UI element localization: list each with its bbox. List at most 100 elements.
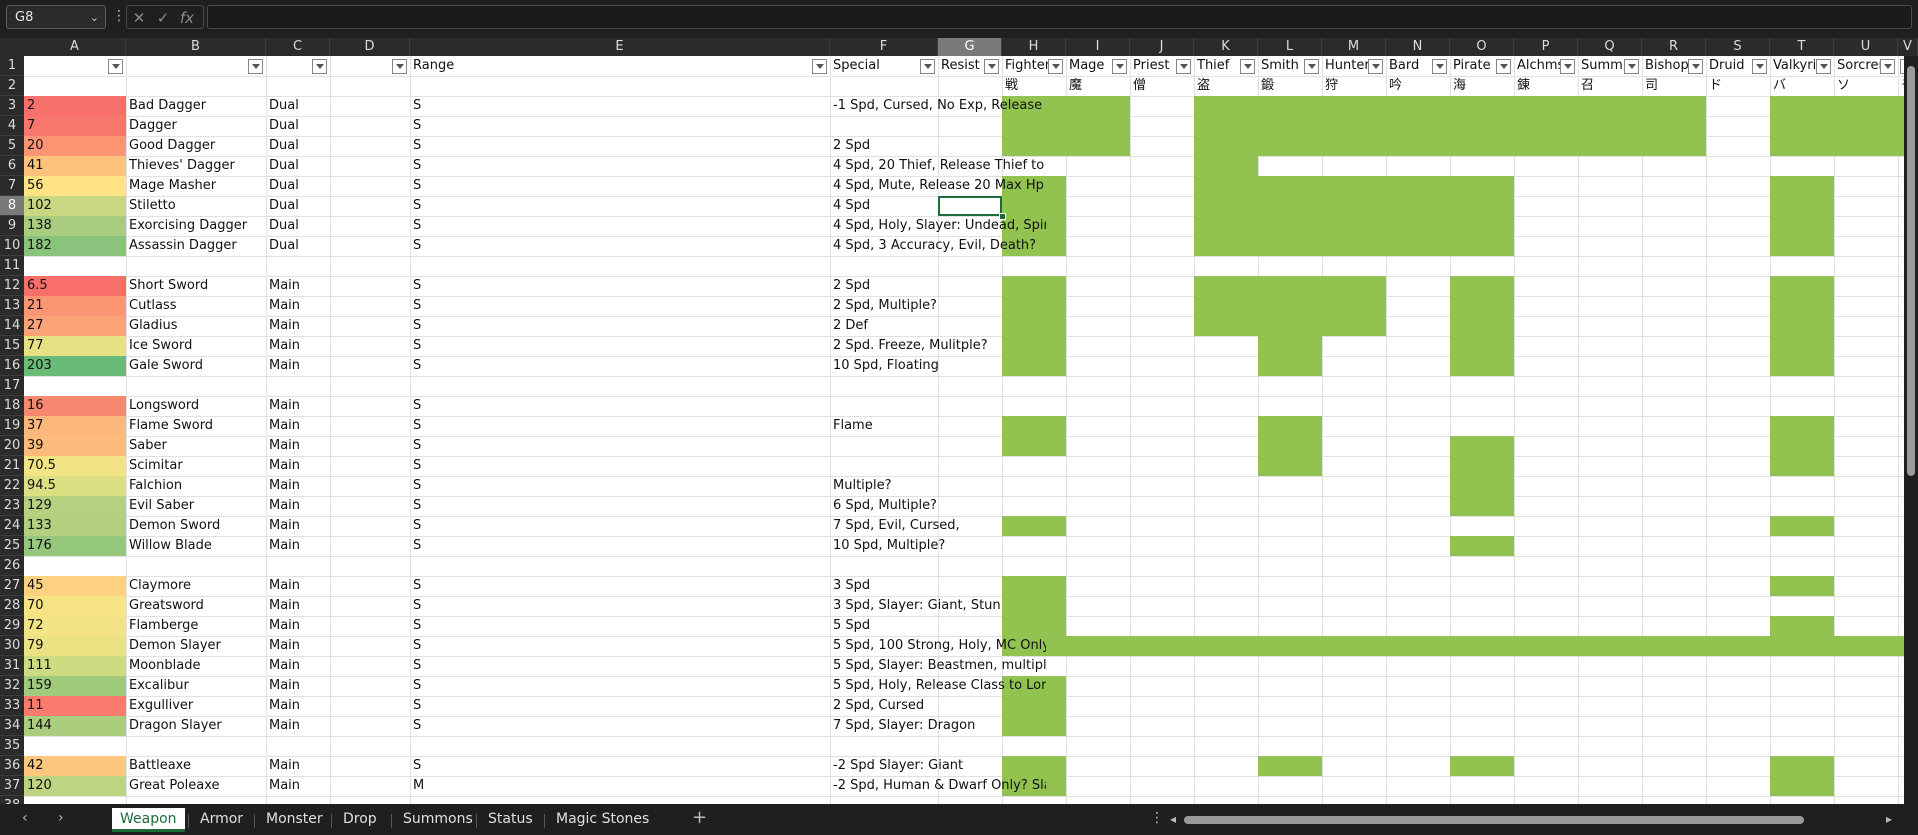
row-header-29[interactable]: 29 [0,616,24,636]
filter-dropdown-icon[interactable] [1112,59,1127,74]
column-header-e[interactable]: E [410,38,830,56]
row-header-36[interactable]: 36 [0,756,24,776]
filter-dropdown-icon[interactable] [312,59,327,74]
row-header-4[interactable]: 4 [0,116,24,136]
sheet-tab-status[interactable]: Status [480,808,541,832]
column-header-g[interactable]: G [938,38,1002,56]
column-header-n[interactable]: N [1386,38,1450,56]
row-header-10[interactable]: 10 [0,236,24,256]
filter-dropdown-icon[interactable] [1176,59,1191,74]
row-header-22[interactable]: 22 [0,476,24,496]
filter-dropdown-icon[interactable] [1304,59,1319,74]
column-header-p[interactable]: P [1514,38,1578,56]
row-header-26[interactable]: 26 [0,556,24,576]
more-options-icon[interactable]: ⋮ [112,8,126,24]
filter-dropdown-icon[interactable] [1624,59,1639,74]
column-header-k[interactable]: K [1194,38,1258,56]
row-header-17[interactable]: 17 [0,376,24,396]
sheet-tab-armor[interactable]: Armor [192,808,251,832]
chevron-down-icon[interactable]: ⌄ [90,6,99,30]
column-header-m[interactable]: M [1322,38,1386,56]
next-sheet-icon[interactable]: › [58,810,64,826]
column-header-t[interactable]: T [1770,38,1834,56]
filter-dropdown-icon[interactable] [1432,59,1447,74]
more-sheets-icon[interactable]: ⋮ [1150,810,1164,826]
filter-dropdown-icon[interactable] [1880,59,1895,74]
vertical-scrollbar-thumb[interactable] [1907,66,1915,476]
column-header-i[interactable]: I [1066,38,1130,56]
column-header-o[interactable]: O [1450,38,1514,56]
row-header-33[interactable]: 33 [0,696,24,716]
row-header-34[interactable]: 34 [0,716,24,736]
sheet-tab-monster[interactable]: Monster [258,808,331,832]
filter-dropdown-icon[interactable] [1240,59,1255,74]
name-box[interactable]: G8 ⌄ [6,5,106,29]
row-header-28[interactable]: 28 [0,596,24,616]
row-header-37[interactable]: 37 [0,776,24,796]
row-header-24[interactable]: 24 [0,516,24,536]
filter-dropdown-icon[interactable] [1752,59,1767,74]
filter-dropdown-icon[interactable] [1368,59,1383,74]
row-header-23[interactable]: 23 [0,496,24,516]
row-header-6[interactable]: 6 [0,156,24,176]
column-header-d[interactable]: D [330,38,410,56]
row-header-32[interactable]: 32 [0,676,24,696]
filter-dropdown-icon[interactable] [1688,59,1703,74]
row-header-13[interactable]: 13 [0,296,24,316]
column-header-b[interactable]: B [126,38,266,56]
row-header-8[interactable]: 8 [0,196,24,216]
row-header-31[interactable]: 31 [0,656,24,676]
row-header-21[interactable]: 21 [0,456,24,476]
row-header-16[interactable]: 16 [0,356,24,376]
filter-dropdown-icon[interactable] [1496,59,1511,74]
row-header-38[interactable]: 38 [0,796,24,804]
filter-dropdown-icon[interactable] [920,59,935,74]
sheet-tab-drop[interactable]: Drop [335,808,385,832]
row-header-27[interactable]: 27 [0,576,24,596]
horizontal-scrollbar[interactable] [1170,814,1900,826]
selected-cell-g8[interactable] [938,196,1002,216]
row-header-15[interactable]: 15 [0,336,24,356]
column-header-j[interactable]: J [1130,38,1194,56]
select-all-corner[interactable] [0,38,24,56]
row-header-19[interactable]: 19 [0,416,24,436]
column-header-u[interactable]: U [1834,38,1898,56]
row-header-25[interactable]: 25 [0,536,24,556]
filter-dropdown-icon[interactable] [812,59,827,74]
row-header-3[interactable]: 3 [0,96,24,116]
row-header-5[interactable]: 5 [0,136,24,156]
row-header-12[interactable]: 12 [0,276,24,296]
row-header-18[interactable]: 18 [0,396,24,416]
column-header-q[interactable]: Q [1578,38,1642,56]
filter-dropdown-icon[interactable] [248,59,263,74]
spreadsheet-grid[interactable]: A B C D E F G H I J K L M N O P Q R S T U V 1 2 3 4 5 6 7 8 9 10 11 12 13 1… [0,38,1918,804]
insert-function-icon[interactable]: fx [175,6,199,30]
fill-handle[interactable] [999,213,1006,220]
filter-dropdown-icon[interactable] [1816,59,1831,74]
filter-dropdown-icon[interactable] [108,59,123,74]
enter-icon[interactable]: ✓ [151,6,175,30]
column-header-r[interactable]: R [1642,38,1706,56]
filter-dropdown-icon[interactable] [392,59,407,74]
add-sheet-icon[interactable]: + [692,807,707,828]
row-header-20[interactable]: 20 [0,436,24,456]
sheet-tab-magic-stones[interactable]: Magic Stones [548,808,657,832]
column-header-s[interactable]: S [1706,38,1770,56]
row-header-14[interactable]: 14 [0,316,24,336]
column-header-v[interactable]: V [1898,38,1918,56]
filter-dropdown-icon[interactable] [1560,59,1575,74]
prev-sheet-icon[interactable]: ‹ [22,810,28,826]
row-header-9[interactable]: 9 [0,216,24,236]
column-header-a[interactable]: A [24,38,126,56]
row-header-35[interactable]: 35 [0,736,24,756]
row-header-2[interactable]: 2 [0,76,24,96]
filter-dropdown-icon[interactable] [984,59,999,74]
cancel-icon[interactable]: ✕ [127,6,151,30]
column-header-l[interactable]: L [1258,38,1322,56]
column-header-h[interactable]: H [1002,38,1066,56]
column-header-c[interactable]: C [266,38,330,56]
horizontal-scrollbar-thumb[interactable] [1184,816,1804,824]
column-header-f[interactable]: F [830,38,938,56]
row-header-30[interactable]: 30 [0,636,24,656]
row-header-7[interactable]: 7 [0,176,24,196]
